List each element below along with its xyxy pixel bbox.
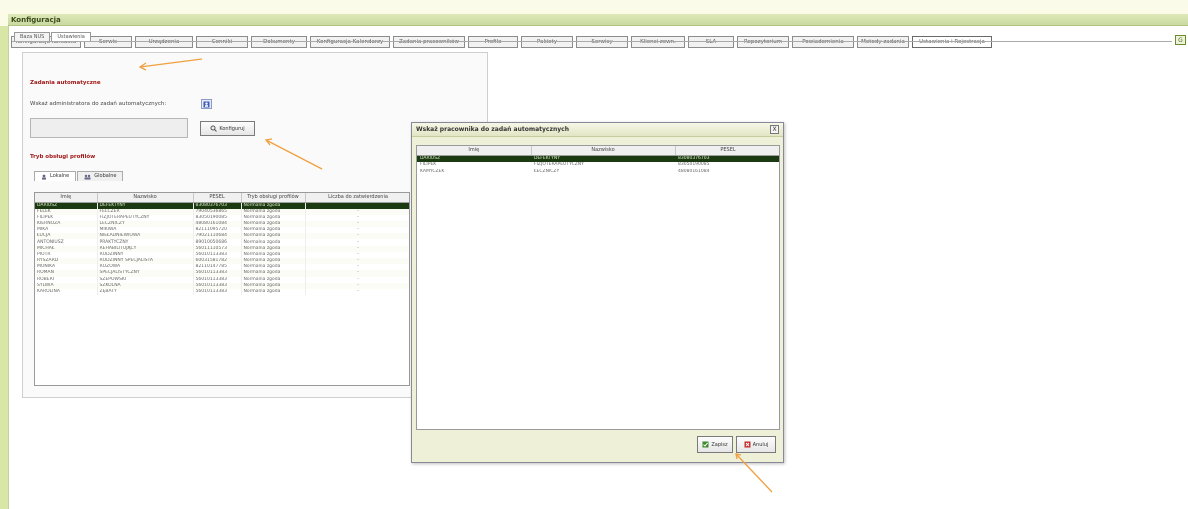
main-tab[interactable]: Serwisy bbox=[576, 36, 628, 48]
save-button[interactable]: Zapisz bbox=[697, 436, 733, 453]
employee-table: Imię Nazwisko PESEL DARIUSZ DEFEKTYNY 830803… bbox=[416, 145, 780, 430]
table-row[interactable]: DARIUSZ DEFEKTYNY 83080376703 bbox=[417, 155, 779, 162]
column-header[interactable]: Liczba do zatwierdzenia bbox=[305, 193, 409, 203]
main-tab[interactable]: Pakiety bbox=[521, 36, 573, 48]
tab-local[interactable]: Lokalne bbox=[34, 171, 77, 181]
cell-pesel: 83080376703 bbox=[675, 155, 779, 162]
sub-tabs: Baza NUS Ustawienia bbox=[14, 32, 91, 41]
table-row[interactable]: KAROLINA ZĘBATY 56010113383 Normalna zgoda - bbox=[35, 288, 409, 296]
main-tab[interactable]: Cenniki bbox=[196, 36, 248, 48]
cancel-button-label: Anuluj bbox=[752, 441, 769, 448]
column-header[interactable]: Tryb obsługi profilów bbox=[241, 193, 306, 203]
cell-tryb: Normalna zgoda bbox=[241, 288, 306, 296]
table-row[interactable]: KAMYCZEK ŁECZNICZY 48080161084 bbox=[417, 168, 779, 176]
person-icon bbox=[42, 174, 46, 180]
profiles-tabs: Lokalne Globalne bbox=[34, 171, 124, 181]
main-tab[interactable]: Zadania pracowników bbox=[393, 36, 465, 48]
cell-nazwisko: ZĘBATY bbox=[97, 288, 194, 296]
main-tab[interactable]: Metody zadania bbox=[857, 36, 909, 48]
column-header[interactable]: Imię bbox=[417, 146, 532, 156]
app-title: Konfiguracja bbox=[8, 14, 1188, 26]
tab-global-label: Globalne bbox=[94, 173, 117, 179]
refresh-button[interactable]: G bbox=[1175, 35, 1186, 45]
configure-button-label: Konfiguruj bbox=[219, 125, 245, 132]
close-icon[interactable]: X bbox=[770, 125, 779, 134]
main-tab[interactable]: Dokumenty bbox=[251, 36, 307, 48]
tab-local-label: Lokalne bbox=[50, 173, 70, 179]
cell-pesel: 48080161084 bbox=[678, 168, 710, 174]
main-tab[interactable]: Konfiguracja Kalendarzy bbox=[310, 36, 390, 48]
configure-button[interactable]: Konfiguruj bbox=[200, 121, 255, 136]
cancel-button[interactable]: Anuluj bbox=[736, 436, 776, 453]
pick-user-icon-button[interactable] bbox=[201, 99, 212, 109]
main-tab[interactable]: Ustawienia i Rejestracja bbox=[912, 36, 992, 48]
admin-field[interactable] bbox=[30, 118, 188, 138]
column-header[interactable]: PESEL bbox=[193, 193, 242, 203]
profiles-title: Tryb obsługi profilów bbox=[30, 154, 96, 160]
column-header[interactable]: PESEL bbox=[675, 146, 779, 156]
main-tab[interactable]: Klienci zewn. bbox=[631, 36, 685, 48]
subtab-divider bbox=[12, 41, 1172, 42]
cancel-icon bbox=[744, 441, 751, 448]
column-header[interactable]: Imię bbox=[35, 193, 98, 203]
cell-pesel: 56010113383 bbox=[193, 288, 242, 296]
auto-tasks-title: Zadania automatyczne bbox=[30, 80, 101, 86]
main-tab[interactable]: Repozytorium bbox=[737, 36, 789, 48]
main-tab[interactable]: Serwis bbox=[84, 36, 132, 48]
column-header[interactable]: Nazwisko bbox=[97, 193, 194, 203]
tab-global[interactable]: Globalne bbox=[77, 171, 124, 181]
select-employee-dialog: Wskaż pracownika do zadań automatycznych… bbox=[411, 122, 784, 463]
main-tab[interactable]: Profile bbox=[468, 36, 518, 48]
group-icon bbox=[84, 174, 91, 179]
cell-imie: KAMYCZEK bbox=[420, 168, 445, 174]
left-strip bbox=[0, 26, 8, 509]
cell-nazwisko: DEFEKTYNY bbox=[531, 155, 675, 162]
save-button-label: Zapisz bbox=[711, 441, 728, 448]
main-tab[interactable]: Powiadomienia bbox=[792, 36, 854, 48]
column-header[interactable]: Nazwisko bbox=[531, 146, 676, 156]
tab-ustawienia[interactable]: Ustawienia bbox=[51, 32, 91, 41]
dialog-title: Wskaż pracownika do zadań automatycznych bbox=[412, 123, 783, 137]
auto-tasks-label: Wskaż administratora do zadań automatycz… bbox=[30, 101, 167, 107]
main-tab[interactable]: Urządzenia bbox=[135, 36, 193, 48]
cell-nazwisko: ŁECZNICZY bbox=[534, 168, 560, 174]
search-icon bbox=[210, 125, 218, 132]
cell-imie: DARIUSZ bbox=[417, 155, 531, 162]
tab-baza-nus[interactable]: Baza NUS bbox=[14, 32, 51, 41]
cell-liczba: - bbox=[305, 288, 409, 296]
main-tab[interactable]: SLA bbox=[688, 36, 734, 48]
check-icon bbox=[702, 441, 709, 448]
profiles-table: Imię Nazwisko PESEL Tryb obsługi profilów Li… bbox=[34, 192, 410, 386]
cell-imie: KAROLINA bbox=[35, 288, 98, 296]
user-icon bbox=[203, 101, 210, 107]
